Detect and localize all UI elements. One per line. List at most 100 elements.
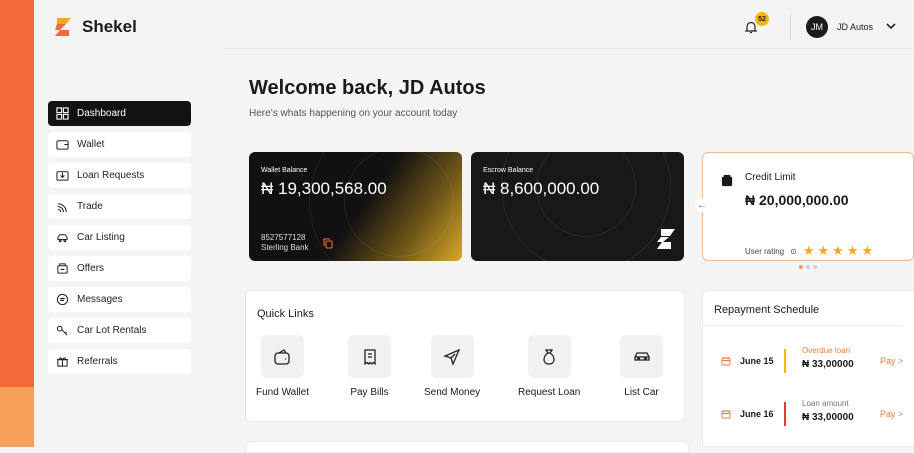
wallet-icon <box>56 140 69 150</box>
bank-name: Sterling Bank <box>261 243 309 252</box>
page-subtitle: Here’s whats happening on your account t… <box>249 108 458 119</box>
car-icon <box>57 234 68 243</box>
sidebar-item-offers[interactable]: Offers <box>48 256 191 281</box>
sidebar-item-label: Loan Requests <box>77 170 145 181</box>
quick-link-icon-box <box>260 335 304 378</box>
pay-button[interactable]: Pay > <box>880 356 903 366</box>
shekel-logo-icon <box>55 18 71 36</box>
repayment-row: June 16 Loan amount ₦ 33,00000 Pay > <box>721 399 911 429</box>
quick-links-title: Quick Links <box>257 308 314 320</box>
credit-limit-amount: ₦ 20,000,000.00 <box>745 192 849 208</box>
repayment-date: June 15 <box>740 356 774 366</box>
credit-limit-card[interactable]: Credit Limit ₦ 20,000,000.00 User rating… <box>702 152 914 261</box>
quick-link-icon-box <box>620 335 663 378</box>
escrow-balance-amount: ₦ 8,600,000.00 <box>483 179 600 198</box>
quick-link-label: Fund Wallet <box>256 387 309 398</box>
account-details: 8527577128 Sterling Bank <box>261 233 309 253</box>
sidebar-item-label: Trade <box>77 201 103 212</box>
sidebar-item-loan-requests[interactable]: Loan Requests <box>48 163 191 188</box>
quick-link-icon-box <box>348 335 391 378</box>
grid-icon <box>56 107 69 120</box>
page-title: Welcome back, JD Autos <box>249 77 486 99</box>
sidebar-item-label: Car Lot Rentals <box>77 325 147 336</box>
chevron-down-icon[interactable] <box>885 21 897 31</box>
avatar[interactable]: JM <box>806 16 828 38</box>
info-icon[interactable]: ⊙ <box>790 247 797 256</box>
sidebar-item-wallet[interactable]: Wallet <box>48 132 191 157</box>
pay-button[interactable]: Pay > <box>880 409 903 419</box>
quick-link-label: Send Money <box>424 387 481 398</box>
quick-link-pay-bills[interactable]: Pay Bills <box>348 335 391 398</box>
message-icon <box>56 293 69 306</box>
signal-icon <box>57 203 67 213</box>
notification-badge: 52 <box>755 12 769 26</box>
brand-stripe-accent <box>0 387 34 447</box>
repayment-amount: ₦ 33,00000 <box>802 359 854 370</box>
car-icon <box>633 351 650 361</box>
quick-link-label: List Car <box>624 387 659 398</box>
sidebar-item-label: Car Listing <box>77 232 125 243</box>
escrow-balance-label: Escrow Balance <box>483 167 534 174</box>
repayment-schedule-title: Repayment Schedule <box>714 304 820 316</box>
carousel-dot[interactable] <box>806 265 810 269</box>
carousel-dot[interactable] <box>799 265 803 269</box>
key-icon <box>56 325 68 336</box>
sidebar-item-referrals[interactable]: Referrals <box>48 349 191 374</box>
quick-link-list-car[interactable]: List Car <box>620 335 663 398</box>
repayment-date: June 16 <box>740 409 774 419</box>
sidebar-item-label: Dashboard <box>77 108 126 119</box>
shekel-logo-icon <box>657 229 675 249</box>
brand-stripe <box>0 0 34 447</box>
user-rating: User rating ⊙ ★★★★★ <box>745 243 876 259</box>
bottom-panel <box>245 441 689 453</box>
wallet-icon <box>274 348 291 365</box>
quick-link-fund-wallet[interactable]: Fund Wallet <box>256 335 309 398</box>
logo[interactable]: Shekel <box>52 16 137 38</box>
brand-name: Shekel <box>82 17 137 36</box>
divider <box>790 14 791 40</box>
calendar-icon <box>721 410 731 419</box>
account-number: 8527577128 <box>261 233 306 242</box>
card-decoration <box>344 152 454 257</box>
carousel-prev-button[interactable]: ← <box>695 198 709 212</box>
repayment-kind: Loan amount <box>802 399 849 408</box>
sidebar-item-trade[interactable]: Trade <box>48 194 191 219</box>
repayment-schedule-panel: Repayment Schedule June 15 Overdue loan … <box>702 290 914 447</box>
repayment-kind: Overdue loan <box>802 346 851 355</box>
money-bag-icon <box>543 348 555 365</box>
offers-icon <box>57 263 68 274</box>
status-bar <box>784 402 786 426</box>
calendar-icon <box>721 357 731 366</box>
sidebar-item-dashboard[interactable]: Dashboard <box>48 101 191 126</box>
user-name[interactable]: JD Autos <box>837 22 873 32</box>
sidebar-item-label: Wallet <box>77 139 105 150</box>
wallet-balance-amount: ₦ 19,300,568.00 <box>261 179 387 198</box>
top-bar: 52 JM JD Autos <box>224 0 914 49</box>
rating-label: User rating <box>745 246 785 256</box>
receipt-icon <box>363 348 376 365</box>
sidebar-item-label: Offers <box>77 263 105 274</box>
divider <box>703 325 903 326</box>
sidebar-item-label: Messages <box>77 294 123 305</box>
send-icon <box>443 348 461 366</box>
escrow-balance-card[interactable]: Escrow Balance ₦ 8,600,000.00 <box>471 152 684 261</box>
sidebar-item-car-lot-rentals[interactable]: Car Lot Rentals <box>48 318 191 343</box>
quick-link-request-loan[interactable]: Request Loan <box>518 335 580 398</box>
inbox-icon <box>56 171 69 181</box>
quick-links-panel: Quick Links Fund Wallet Pay Bills Send M… <box>245 290 685 422</box>
sidebar-item-messages[interactable]: Messages <box>48 287 191 312</box>
sidebar-item-car-listing[interactable]: Car Listing <box>48 225 191 250</box>
credit-limit-title: Credit Limit <box>745 172 796 183</box>
copy-icon[interactable] <box>323 238 333 249</box>
carousel-dots <box>799 265 817 269</box>
gift-icon <box>56 357 69 367</box>
wallet-balance-label: Wallet Balance <box>261 167 308 174</box>
quick-link-send-money[interactable]: Send Money <box>424 335 480 398</box>
carousel-dot[interactable] <box>813 265 817 269</box>
sidebar-item-label: Referrals <box>77 356 118 367</box>
quick-link-icon-box <box>527 335 571 378</box>
quick-link-label: Request Loan <box>518 387 581 398</box>
wallet-balance-card[interactable]: Wallet Balance ₦ 19,300,568.00 852757712… <box>249 152 462 261</box>
quick-link-icon-box <box>430 335 474 378</box>
repayment-amount: ₦ 33,00000 <box>802 412 854 423</box>
